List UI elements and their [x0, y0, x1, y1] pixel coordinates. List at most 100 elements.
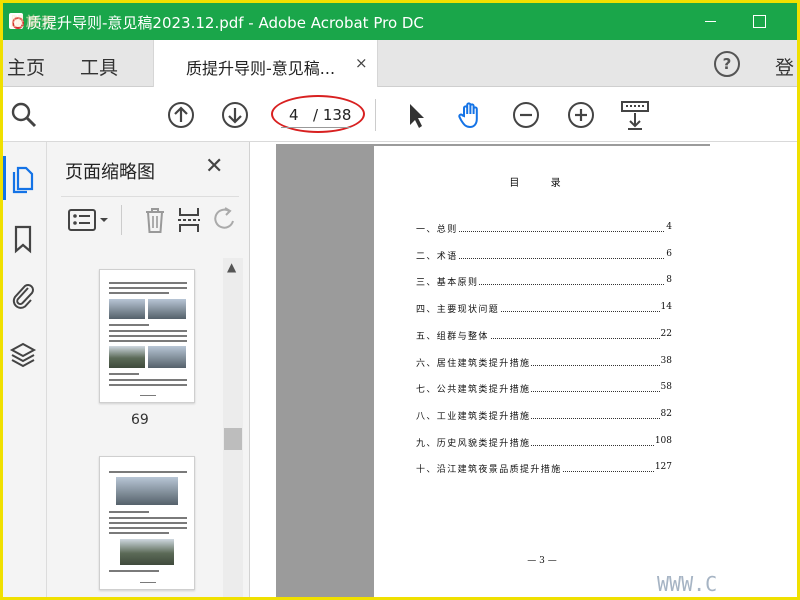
toc-entry-title: 七、公共建筑类提升措施 — [416, 382, 532, 396]
toc-entry[interactable]: 二、术语 6 — [416, 248, 672, 262]
toc-entry-page: 108 — [653, 435, 672, 446]
page-footer: — 3 — — [527, 556, 557, 566]
thumb-photo — [148, 299, 186, 319]
panel-toolbar-divider — [121, 205, 122, 235]
thumbnails-panel: 页面缩略图 ✕ 69 ▲ — [47, 142, 250, 597]
panel-title: 页面缩略图 — [65, 162, 155, 183]
toc-entry[interactable]: 七、公共建筑类提升措施 58 — [416, 382, 672, 396]
thumb-text-line — [109, 570, 159, 572]
tab-home[interactable]: 主页 — [7, 53, 45, 80]
toc-entry-page: 127 — [653, 462, 672, 473]
sign-in-link[interactable]: 登 — [775, 53, 794, 80]
document-view[interactable]: 目 录 一、总则 4 二、术语 6 三、基本原则 8 四、主要现状问题 14 五、组群与整体 22… — [250, 142, 797, 597]
next-page-icon[interactable] — [220, 100, 250, 130]
document-tab-label: 质提升导则-意见稿... — [186, 59, 336, 78]
toc-entry[interactable]: 三、基本原则 8 — [416, 275, 672, 289]
help-icon[interactable]: ? — [714, 51, 740, 77]
scroll-up-icon[interactable]: ▲ — [227, 260, 236, 274]
thumb-text-line — [109, 340, 187, 342]
search-icon[interactable] — [9, 100, 39, 130]
page-thumbnail[interactable] — [99, 456, 195, 590]
toc-entry[interactable]: 一、总则 4 — [416, 222, 672, 235]
pdf-page: 目 录 一、总则 4 二、术语 6 三、基本原则 8 四、主要现状问题 14 五、组群与整体 22… — [374, 146, 710, 597]
hand-icon[interactable] — [455, 100, 485, 130]
toc-heading: 目 录 — [509, 178, 575, 189]
layers-icon[interactable] — [9, 340, 37, 370]
scroll-mode-icon[interactable] — [620, 100, 650, 130]
acrobat-window: 质提升导则-意见稿2023.12.pdf - Adobe Acrobat Pro… — [3, 3, 797, 597]
thumb-photo — [148, 346, 186, 368]
thumb-photo — [116, 477, 178, 505]
tab-bar: 主页 工具 质提升导则-意见稿... × ? 登 — [3, 40, 797, 87]
toc-entry[interactable]: 十、沿江建筑夜景品质提升措施 127 — [416, 462, 672, 476]
thumb-photo — [109, 346, 145, 368]
close-panel-icon[interactable]: ✕ — [205, 154, 223, 179]
scrollbar-thumb[interactable] — [224, 428, 242, 450]
thumb-text-line — [109, 330, 187, 332]
side-navigation-rail — [3, 142, 47, 597]
page-number-box[interactable]: 4 / 138 — [271, 95, 365, 133]
thumb-text-line — [109, 324, 149, 326]
select-arrow-icon[interactable] — [401, 100, 431, 130]
thumb-page-number — [140, 395, 156, 396]
minimize-button[interactable] — [697, 9, 725, 33]
thumb-text-line — [109, 527, 187, 529]
insert-page-icon[interactable] — [175, 205, 203, 239]
page-number-input[interactable]: 4 — [289, 106, 299, 124]
thumb-text-line — [109, 373, 139, 375]
toc-entry-page: 6 — [665, 248, 672, 259]
thumb-text-line — [109, 532, 169, 534]
toc-entry[interactable]: 九、历史风貌类提升措施 108 — [416, 435, 672, 449]
thumb-text-line — [109, 384, 187, 386]
thumb-photo — [109, 299, 145, 319]
page-thumbnail[interactable] — [99, 269, 195, 403]
toc-entry[interactable]: 八、工业建筑类提升措施 82 — [416, 408, 672, 422]
toc-entry-page: 38 — [659, 355, 672, 366]
overlay-watermark: 腿旋天 — [11, 15, 57, 30]
window-title: 质提升导则-意见稿2023.12.pdf - Adobe Acrobat Pro… — [27, 14, 424, 32]
toc-entry-title: 六、居住建筑类提升措施 — [416, 355, 532, 369]
toc-entry-page: 4 — [665, 222, 672, 232]
zoom-in-icon[interactable] — [566, 100, 596, 130]
prev-page-icon[interactable] — [166, 100, 196, 130]
document-canvas: 目 录 一、总则 4 二、术语 6 三、基本原则 8 四、主要现状问题 14 五、组群与整体 22… — [276, 144, 710, 597]
page-input-underline — [281, 127, 351, 128]
toc-entry-title: 五、组群与整体 — [416, 328, 490, 342]
toc-entry[interactable]: 四、主要现状问题 14 — [416, 302, 672, 316]
delete-page-icon[interactable] — [141, 205, 169, 239]
tab-tools[interactable]: 工具 — [80, 53, 118, 80]
toc-entry-title: 十、沿江建筑夜景品质提升措施 — [416, 462, 563, 476]
thumb-text-line — [109, 282, 187, 284]
maximize-button[interactable] — [745, 9, 773, 33]
thumb-text-line — [109, 517, 187, 519]
toc-entry-page: 14 — [659, 302, 672, 313]
toc-entry-title: 三、基本原则 — [416, 275, 480, 289]
bookmark-icon[interactable] — [9, 224, 37, 254]
pages-icon[interactable] — [9, 164, 37, 194]
close-tab-icon[interactable]: × — [355, 54, 368, 72]
toolbar-divider — [375, 99, 376, 131]
toc-entry[interactable]: 五、组群与整体 22 — [416, 328, 672, 342]
thumbnail-options-icon[interactable] — [67, 205, 111, 239]
document-tab[interactable]: 质提升导则-意见稿... × — [153, 40, 378, 87]
attachment-icon[interactable] — [9, 280, 37, 310]
toc-entry-title: 八、工业建筑类提升措施 — [416, 408, 532, 422]
rotate-page-icon[interactable] — [211, 205, 239, 239]
toc-entry[interactable]: 六、居住建筑类提升措施 38 — [416, 355, 672, 369]
toc-entry-title: 四、主要现状问题 — [416, 302, 501, 316]
thumb-page-number — [140, 582, 156, 583]
thumb-text-line — [109, 379, 187, 381]
thumbnail-scrollbar[interactable]: ▲ — [223, 258, 243, 597]
toc-entry-page: 8 — [665, 275, 672, 286]
thumb-text-line — [109, 522, 187, 524]
thumb-text-line — [109, 511, 149, 513]
toolbar: 4 / 138 — [3, 87, 797, 142]
thumb-text-line — [109, 335, 187, 337]
active-indicator — [3, 156, 6, 200]
thumbnail-page-label: 69 — [131, 412, 149, 428]
title-bar: 质提升导则-意见稿2023.12.pdf - Adobe Acrobat Pro… — [3, 3, 797, 40]
panel-toolbar — [61, 196, 239, 244]
zoom-out-icon[interactable] — [511, 100, 541, 130]
toc-entry-title: 一、总则 — [416, 222, 459, 235]
thumb-text-line — [109, 471, 187, 473]
